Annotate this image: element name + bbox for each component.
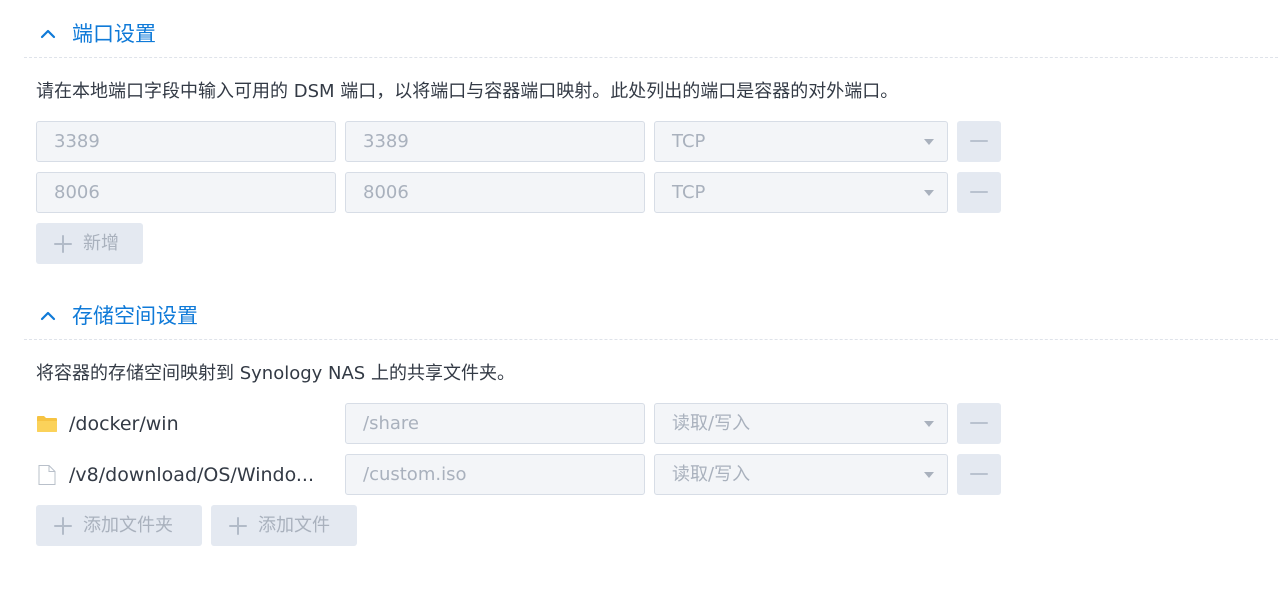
source-path: /docker/win (69, 413, 179, 435)
protocol-value: TCP (672, 131, 706, 152)
source-path: /v8/download/OS/Windo... (69, 464, 314, 486)
minus-icon (970, 140, 988, 142)
plus-icon (229, 517, 247, 535)
plus-icon (54, 235, 72, 253)
mount-path-input[interactable]: /share (345, 403, 645, 444)
add-file-button[interactable]: 添加文件 (211, 505, 357, 546)
access-mode-select[interactable]: 读取/写入 (654, 454, 948, 495)
remove-port-button[interactable] (957, 121, 1001, 162)
caret-down-icon (924, 190, 934, 196)
storage-settings-title: 存储空间设置 (72, 304, 198, 328)
port-settings-title: 端口设置 (72, 22, 156, 46)
add-file-label: 添加文件 (258, 515, 330, 536)
chevron-up-icon (40, 311, 56, 321)
protocol-value: TCP (672, 182, 706, 203)
folder-icon (37, 416, 57, 432)
container-port-input[interactable]: 3389 (345, 121, 645, 162)
add-port-label: 新增 (83, 233, 119, 254)
caret-down-icon (924, 139, 934, 145)
add-port-button[interactable]: 新增 (36, 223, 143, 264)
local-port-input[interactable]: 3389 (36, 121, 336, 162)
minus-icon (970, 422, 988, 424)
access-mode-value: 读取/写入 (672, 464, 751, 485)
protocol-select[interactable]: TCP (654, 172, 948, 213)
storage-settings-header[interactable]: 存储空间设置 (24, 304, 1278, 340)
remove-port-button[interactable] (957, 172, 1001, 213)
port-settings-header[interactable]: 端口设置 (24, 22, 1278, 58)
caret-down-icon (924, 472, 934, 478)
plus-icon (54, 517, 72, 535)
add-folder-label: 添加文件夹 (83, 515, 173, 536)
minus-icon (970, 473, 988, 475)
file-icon (38, 465, 56, 485)
remove-volume-button[interactable] (957, 403, 1001, 444)
mount-path-input[interactable]: /custom.iso (345, 454, 645, 495)
port-settings-description: 请在本地端口字段中输入可用的 DSM 端口，以将端口与容器端口映射。此处列出的端… (36, 81, 899, 102)
local-port-input[interactable]: 8006 (36, 172, 336, 213)
minus-icon (970, 191, 988, 193)
storage-settings-description: 将容器的存储空间映射到 Synology NAS 上的共享文件夹。 (36, 363, 515, 384)
caret-down-icon (924, 421, 934, 427)
add-folder-button[interactable]: 添加文件夹 (36, 505, 202, 546)
chevron-up-icon (40, 29, 56, 39)
remove-volume-button[interactable] (957, 454, 1001, 495)
container-port-input[interactable]: 8006 (345, 172, 645, 213)
protocol-select[interactable]: TCP (654, 121, 948, 162)
access-mode-select[interactable]: 读取/写入 (654, 403, 948, 444)
access-mode-value: 读取/写入 (672, 413, 751, 434)
